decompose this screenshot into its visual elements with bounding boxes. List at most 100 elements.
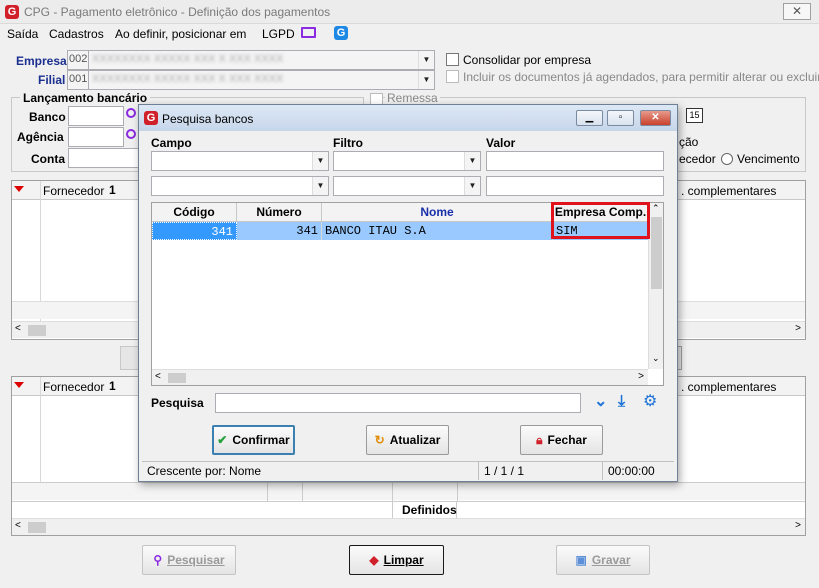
empresa-name-text: XXXXXXXX XXXXX XXX X XXX XXXX xyxy=(92,53,284,65)
gravar-label: Gravar xyxy=(591,553,631,567)
calendar-icon[interactable]: 15 xyxy=(686,108,703,123)
filial-dropdown-icon[interactable]: ▼ xyxy=(418,71,434,89)
results-hscroll[interactable]: < > xyxy=(152,369,648,385)
scroll-thumb[interactable] xyxy=(28,522,46,533)
highlight-empresa-comp xyxy=(551,202,650,239)
filtro-select-2[interactable]: ▼ xyxy=(333,176,481,196)
filtro-header: Filtro xyxy=(333,136,363,150)
save-icon: ▣ xyxy=(575,553,587,567)
vencimento-radio[interactable] xyxy=(721,153,733,165)
valor-input-2[interactable] xyxy=(486,176,664,196)
results-vscroll[interactable]: ⌃ ⌄ xyxy=(648,203,663,369)
filial-label: Filial xyxy=(38,73,66,87)
total-cell-divider xyxy=(457,483,458,501)
chevron-down-icon[interactable]: ▼ xyxy=(464,177,480,195)
fechar-button[interactable]: 🔒︎ Fechar xyxy=(520,425,603,455)
filial-code-field[interactable]: 001 xyxy=(67,70,89,90)
incluir-checkbox[interactable] xyxy=(446,70,459,83)
top-col-fornecedor[interactable]: Fornecedor xyxy=(43,184,104,198)
sort-arrow-icon[interactable] xyxy=(14,382,24,388)
dialog-status-bar: Crescente por: Nome 1 / 1 / 1 00:00:00 xyxy=(142,461,674,480)
empresa-code-field[interactable]: 002 xyxy=(67,50,89,70)
consolidar-checkbox[interactable] xyxy=(446,53,459,66)
filtro-select-1[interactable]: ▼ xyxy=(333,151,481,171)
vencimento-label: Vencimento xyxy=(737,152,800,166)
cell-codigo[interactable]: 341 xyxy=(152,222,237,240)
scroll-thumb[interactable] xyxy=(168,373,186,383)
limpar-label: Limpar xyxy=(383,553,424,567)
pesquisar-button[interactable]: ⚲ Pesquisar xyxy=(142,545,236,575)
total-cell-divider xyxy=(392,483,393,501)
pesquisa-input[interactable] xyxy=(215,393,581,413)
check-icon: ✔ xyxy=(217,433,228,447)
scroll-left-icon[interactable]: < xyxy=(155,371,161,382)
top-grid-divider xyxy=(40,181,41,321)
agencia-field[interactable] xyxy=(68,127,124,147)
col-numero[interactable]: Número xyxy=(237,203,322,222)
consolidar-label: Consolidar por empresa xyxy=(463,53,592,67)
dialog-close-icon[interactable]: ✕ xyxy=(640,110,671,126)
limpar-button[interactable]: ◆ Limpar xyxy=(349,545,444,575)
monitor-icon[interactable] xyxy=(301,27,316,38)
empresa-dropdown-icon[interactable]: ▼ xyxy=(418,51,434,69)
confirmar-label: Confirmar xyxy=(232,433,290,447)
scroll-right-icon[interactable]: > xyxy=(795,323,801,334)
banco-search-icon[interactable] xyxy=(126,108,136,118)
confirmar-button[interactable]: ✔ Confirmar xyxy=(212,425,295,455)
cell-numero[interactable]: 341 xyxy=(237,222,322,240)
expand-down-icon[interactable]: ⌄ xyxy=(594,394,607,410)
scroll-left-icon[interactable]: < xyxy=(15,323,21,334)
chevron-down-icon[interactable]: ▼ xyxy=(312,152,328,170)
menu-saida[interactable]: Saída xyxy=(7,27,38,41)
search-icon: ⚲ xyxy=(153,553,163,567)
maximize-icon[interactable]: ▫ xyxy=(607,110,634,126)
empresa-name-field[interactable]: XXXXXXXX XXXXX XXX X XXX XXXX ▼ xyxy=(88,50,435,70)
chevron-down-icon[interactable]: ▼ xyxy=(312,177,328,195)
menu-ao-definir[interactable]: Ao definir, posicionar em xyxy=(115,27,246,41)
campo-select-1[interactable]: ▼ xyxy=(151,151,329,171)
close-button[interactable]: ✕ xyxy=(783,3,811,20)
sort-arrow-icon[interactable] xyxy=(14,186,24,192)
top-col-complementares[interactable]: . complementares xyxy=(681,184,776,198)
remessa-label: Remessa xyxy=(385,91,440,105)
scroll-up-icon[interactable]: ⌃ xyxy=(652,203,660,214)
minimize-icon[interactable]: ▁ xyxy=(576,110,603,126)
scroll-right-icon[interactable]: > xyxy=(795,520,801,531)
cell-nome[interactable]: BANCO ITAU S.A xyxy=(322,222,553,240)
pesquisa-label: Pesquisa xyxy=(151,396,204,410)
bottom-grid-footer: Definidos xyxy=(12,501,805,519)
pesquisar-label: Pesquisar xyxy=(167,553,225,567)
refresh-icon: ↻ xyxy=(374,433,385,447)
gravar-button[interactable]: ▣ Gravar xyxy=(556,545,650,575)
middle-button-left[interactable] xyxy=(120,346,140,370)
expand-bottom-icon[interactable]: ⤓ xyxy=(618,394,625,410)
scroll-right-icon[interactable]: > xyxy=(638,371,644,382)
col-nome[interactable]: Nome xyxy=(322,203,553,222)
definidos-label: Definidos xyxy=(402,503,457,517)
scroll-thumb[interactable] xyxy=(651,217,662,289)
settings-gear-icon[interactable]: ⚙ xyxy=(643,394,657,410)
menu-cadastros[interactable]: Cadastros xyxy=(49,27,104,41)
status-position: 1 / 1 / 1 xyxy=(479,462,603,480)
lock-icon: 🔒︎ xyxy=(536,432,543,447)
dialog-title: Pesquisa bancos xyxy=(162,112,254,126)
banco-field[interactable] xyxy=(68,106,124,126)
campo-select-2[interactable]: ▼ xyxy=(151,176,329,196)
bottom-col-complementares[interactable]: . complementares xyxy=(681,380,776,394)
bottom-col-fornecedor[interactable]: Fornecedor xyxy=(43,380,104,394)
chevron-down-icon[interactable]: ▼ xyxy=(464,152,480,170)
menu-lgpd[interactable]: LGPD xyxy=(262,27,295,41)
valor-input-1[interactable] xyxy=(486,151,664,171)
atualizar-button[interactable]: ↻ Atualizar xyxy=(366,425,449,455)
scroll-left-icon[interactable]: < xyxy=(15,520,21,531)
col-codigo[interactable]: Código xyxy=(152,203,237,222)
bottom-grid-hscroll[interactable]: < > xyxy=(12,518,805,535)
scroll-thumb[interactable] xyxy=(28,325,46,336)
app-help-icon[interactable]: G xyxy=(334,26,348,40)
conta-field[interactable] xyxy=(68,148,140,168)
eraser-icon: ◆ xyxy=(369,553,379,567)
scroll-down-icon[interactable]: ⌄ xyxy=(652,353,660,364)
agencia-search-icon[interactable] xyxy=(126,129,136,139)
filial-name-field[interactable]: XXXXXXXX XXXXX XXX X XXX XXXX ▼ xyxy=(88,70,435,90)
bottom-grid-total-row xyxy=(12,482,805,501)
